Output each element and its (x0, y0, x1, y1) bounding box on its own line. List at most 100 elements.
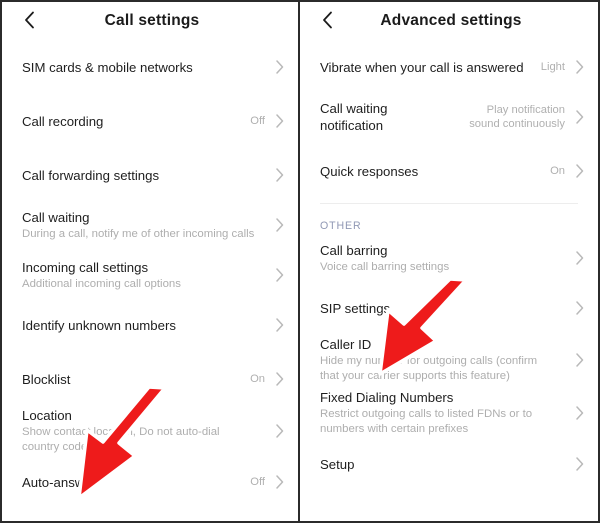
row-title: Call waiting notification (320, 101, 388, 133)
row-subtitle: Additional incoming call options (22, 277, 181, 290)
advanced-settings-panel: Advanced settings Vibrate when your call… (300, 2, 598, 521)
section-divider (320, 203, 578, 204)
row-location[interactable]: Location Show contact location, Do not a… (2, 407, 298, 454)
chevron-right-icon (573, 164, 586, 178)
row-fixed-dialing-numbers[interactable]: Fixed Dialing Numbers Restrict outgoing … (300, 389, 598, 436)
advanced-settings-list: Vibrate when your call is answered Light… (300, 45, 598, 486)
row-call-barring[interactable]: Call barring Voice call barring settings (300, 236, 598, 280)
row-text-group: Call recording (22, 113, 250, 130)
chevron-right-icon (273, 475, 286, 489)
row-call-waiting-notification[interactable]: Call waiting notification Play notificat… (300, 95, 598, 139)
row-call-recording[interactable]: Call recording Off (2, 99, 298, 143)
chevron-right-icon (573, 301, 586, 315)
call-settings-panel: Call settings SIM cards & mobile network… (2, 2, 300, 521)
row-caller-id[interactable]: Caller ID Hide my number for outgoing ca… (300, 336, 598, 383)
row-subtitle: During a call, notify me of other incomi… (22, 227, 255, 240)
row-value: On (550, 165, 565, 177)
row-text-group: Quick responses (320, 163, 550, 180)
row-blocklist[interactable]: Blocklist On (2, 357, 298, 401)
row-spacer (2, 89, 298, 99)
row-text-group: Call waiting notification (320, 100, 469, 134)
row-advanced-settings[interactable]: Advanced settings (2, 514, 298, 521)
row-spacer (300, 139, 598, 149)
page-title: Call settings (104, 11, 200, 29)
row-title: Incoming call settings (22, 259, 149, 275)
row-vibrate-when-call-answered[interactable]: Vibrate when your call is answered Light (300, 45, 598, 89)
chevron-right-icon (273, 372, 286, 386)
chevron-right-icon (273, 423, 286, 438)
row-title: Auto-answer (22, 474, 97, 490)
chevron-right-icon (573, 110, 586, 124)
chevron-right-icon (573, 251, 586, 265)
screenshot-root: Call settings SIM cards & mobile network… (0, 0, 600, 523)
row-title: Setup (320, 456, 355, 472)
advanced-settings-header: Advanced settings (300, 2, 598, 39)
chevron-right-icon (273, 218, 286, 232)
row-text-group: Location Show contact location, Do not a… (22, 407, 265, 454)
back-button[interactable] (16, 7, 42, 33)
row-text-group: Fixed Dialing Numbers Restrict outgoing … (320, 389, 565, 436)
row-text-group: Call forwarding settings (22, 167, 265, 184)
row-setup[interactable]: Setup (300, 442, 598, 486)
row-title: Call recording (22, 113, 104, 129)
panel-container: Call settings SIM cards & mobile network… (2, 2, 598, 521)
row-title: Identify unknown numbers (22, 317, 176, 333)
row-text-group: Incoming call settings Additional incomi… (22, 259, 265, 292)
row-text-group: Call waiting During a call, notify me of… (22, 209, 265, 242)
row-spacer (2, 143, 298, 153)
chevron-right-icon (573, 60, 586, 74)
row-title: Call forwarding settings (22, 167, 160, 183)
row-text-group: Identify unknown numbers (22, 317, 265, 334)
row-subtitle: Restrict outgoing calls to listed FDNs o… (320, 408, 533, 435)
back-button[interactable] (314, 7, 340, 33)
row-sip-settings[interactable]: SIP settings (300, 286, 598, 330)
row-spacer (2, 347, 298, 357)
chevron-right-icon (573, 457, 586, 471)
row-identify-unknown-numbers[interactable]: Identify unknown numbers (2, 303, 298, 347)
row-text-group: Auto-answer (22, 474, 250, 491)
row-title: Location (22, 408, 72, 423)
chevron-right-icon (273, 268, 286, 282)
row-spacer (2, 504, 298, 514)
row-quick-responses[interactable]: Quick responses On (300, 149, 598, 193)
row-call-waiting[interactable]: Call waiting During a call, notify me of… (2, 203, 298, 247)
row-title: SIP settings (320, 300, 391, 316)
row-subtitle: Show contact location, Do not auto-dial … (22, 426, 220, 453)
chevron-right-icon (273, 318, 286, 332)
row-subtitle: Hide my number for outgoing calls (confi… (320, 355, 538, 382)
row-value: Light (540, 61, 565, 73)
row-text-group: Call barring Voice call barring settings (320, 242, 565, 275)
row-title: Call barring (320, 242, 388, 258)
row-value: Play notification sound continuously (469, 104, 565, 130)
row-subtitle: Voice call barring settings (320, 260, 450, 273)
row-title: Quick responses (320, 163, 419, 179)
chevron-right-icon (573, 352, 586, 367)
call-settings-header: Call settings (2, 2, 298, 39)
row-auto-answer[interactable]: Auto-answer Off (2, 460, 298, 504)
row-value: On (250, 373, 265, 385)
row-title: Call waiting (22, 209, 90, 225)
row-title: Caller ID (320, 337, 372, 352)
row-value: Off (250, 115, 265, 127)
row-text-group: Setup (320, 456, 565, 473)
chevron-right-icon (273, 60, 286, 74)
row-sim-cards-mobile-networks[interactable]: SIM cards & mobile networks (2, 45, 298, 89)
row-title: Vibrate when your call is answered (320, 59, 524, 75)
chevron-right-icon (573, 405, 586, 420)
row-incoming-call-settings[interactable]: Incoming call settings Additional incomi… (2, 253, 298, 297)
row-title: SIM cards & mobile networks (22, 59, 193, 75)
chevron-right-icon (273, 114, 286, 128)
chevron-right-icon (273, 168, 286, 182)
row-value: Off (250, 476, 265, 488)
chevron-left-icon (322, 11, 333, 29)
row-title: Fixed Dialing Numbers (320, 390, 454, 405)
row-title: Blocklist (22, 371, 71, 387)
row-text-group: Caller ID Hide my number for outgoing ca… (320, 336, 565, 383)
section-label-other: OTHER (320, 220, 362, 232)
call-settings-list: SIM cards & mobile networks Call recordi… (2, 45, 298, 521)
row-call-forwarding-settings[interactable]: Call forwarding settings (2, 153, 298, 197)
row-text-group: Vibrate when your call is answered (320, 59, 541, 76)
page-title: Advanced settings (380, 11, 522, 29)
row-text-group: SIM cards & mobile networks (22, 59, 265, 76)
row-text-group: SIP settings (320, 300, 565, 317)
